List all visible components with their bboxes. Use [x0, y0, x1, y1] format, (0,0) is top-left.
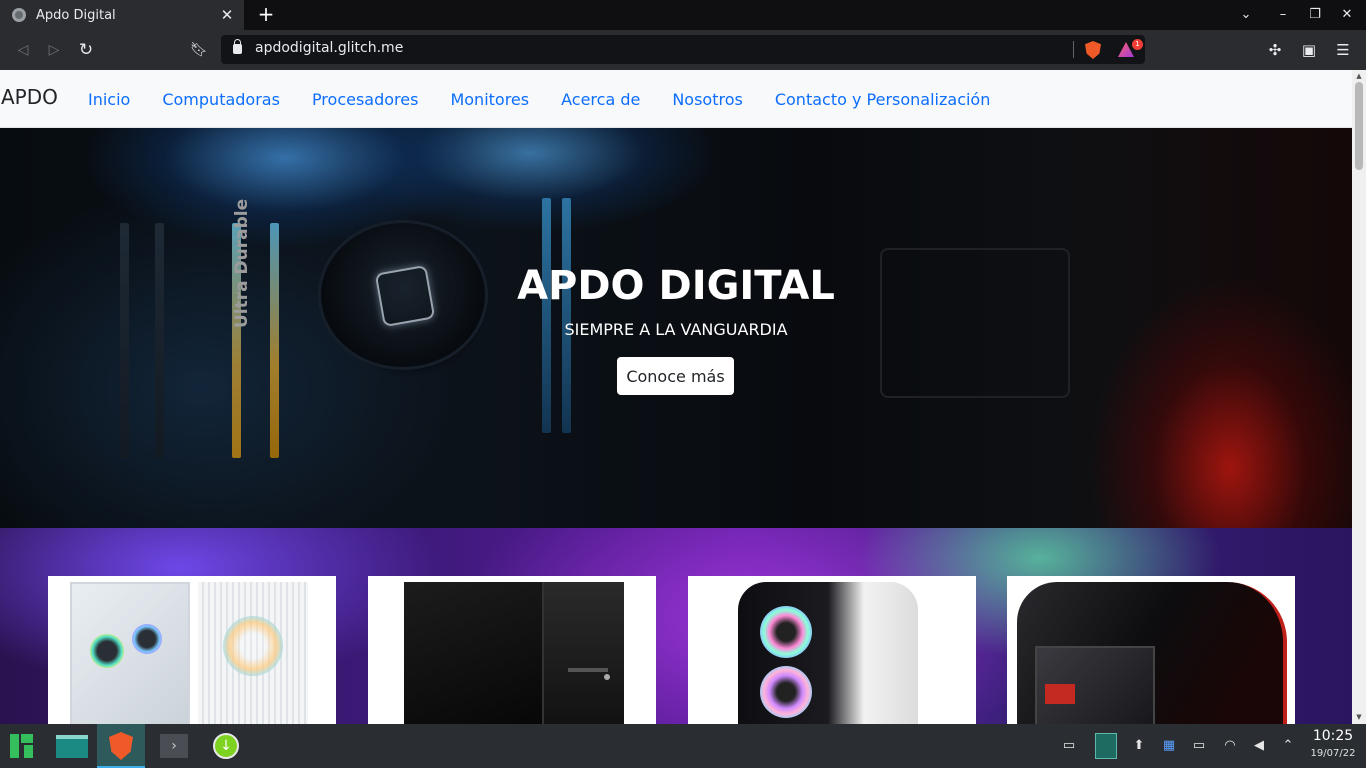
hero-banner: Ultra Durable APDO DIGITAL SIEMPRE A LA … — [0, 128, 1352, 528]
forward-icon[interactable]: ▷ — [43, 39, 65, 61]
desktop-taskbar: › ↓ ▭ ⬆ ▦ ▭ ◠ ◀ ⌃ 10:25 19/07/22 — [0, 724, 1366, 768]
hero-subtitle: SIEMPRE A LA VANGUARDIA — [564, 320, 788, 339]
pc-tower-image — [70, 582, 190, 724]
scroll-up-arrow-icon[interactable]: ▲ — [1355, 72, 1363, 80]
brave-shields-icon[interactable] — [1085, 41, 1101, 59]
product-card[interactable] — [368, 576, 656, 724]
url-separator — [1073, 41, 1074, 58]
pc-rgb-fan-image — [760, 606, 812, 658]
pc-tower-image — [404, 582, 544, 724]
back-icon[interactable]: ◁ — [12, 39, 34, 61]
page-scrollbar[interactable]: ▲ ▼ — [1352, 70, 1366, 724]
nav-link-computadoras[interactable]: Computadoras — [162, 90, 280, 109]
clock-date[interactable]: 19/07/22 — [1303, 748, 1363, 759]
close-tab-button[interactable]: ✕ — [218, 6, 236, 24]
hero-title: APDO DIGITAL — [517, 263, 835, 309]
hamburger-menu-icon[interactable]: ☰ — [1332, 39, 1354, 61]
product-card[interactable] — [48, 576, 336, 724]
terminal-icon[interactable]: › — [150, 724, 198, 768]
pc-fan-image — [90, 634, 124, 668]
reload-icon[interactable]: ↻ — [75, 39, 97, 61]
clock-time[interactable]: 10:25 — [1308, 728, 1358, 744]
pc-fan-image — [132, 624, 162, 654]
file-manager-icon[interactable] — [48, 724, 96, 768]
address-bar[interactable]: apdodigital.glitch.me 1 — [221, 35, 1145, 64]
wallet-icon[interactable]: ▣ — [1298, 39, 1320, 61]
browser-toolbar: ◁ ▷ ↻ 🔖︎ apdodigital.glitch.me 1 ✣ ▣ ☰ — [0, 30, 1366, 70]
puzzle-icon[interactable]: ✣ — [1264, 39, 1286, 61]
pc-red-component-image — [1045, 684, 1075, 704]
nav-link-procesadores[interactable]: Procesadores — [312, 90, 419, 109]
products-section — [0, 528, 1352, 724]
rewards-badge: 1 — [1132, 39, 1143, 50]
tray-expand-icon[interactable]: ⌃ — [1279, 737, 1297, 755]
site-navbar: APDO Inicio Computadoras Procesadores Mo… — [0, 70, 1352, 128]
download-manager-icon[interactable]: ↓ — [202, 724, 250, 768]
show-desktop-icon[interactable]: ▭ — [1060, 737, 1078, 755]
site-brand[interactable]: APDO — [1, 85, 58, 109]
url-text[interactable]: apdodigital.glitch.me — [255, 40, 403, 56]
nav-link-monitores[interactable]: Monitores — [450, 90, 529, 109]
conoce-mas-button[interactable]: Conoce más — [617, 357, 734, 395]
globe-icon — [12, 8, 26, 22]
close-window-button[interactable]: ✕ — [1336, 4, 1358, 26]
nav-link-contacto[interactable]: Contacto y Personalización — [775, 90, 991, 109]
browser-tab[interactable]: Apdo Digital ✕ — [0, 0, 244, 30]
scroll-down-arrow-icon[interactable]: ▼ — [1355, 713, 1363, 721]
battery-icon[interactable]: ▭ — [1190, 737, 1208, 755]
clipboard-icon[interactable]: ▦ — [1160, 737, 1178, 755]
hero-content: APDO DIGITAL SIEMPRE A LA VANGUARDIA Con… — [0, 128, 1352, 528]
new-tab-button[interactable]: + — [256, 4, 276, 24]
manjaro-menu-icon[interactable] — [0, 724, 48, 768]
pc-drive-bay-image — [568, 668, 608, 672]
nav-link-inicio[interactable]: Inicio — [88, 90, 130, 109]
pager-icon[interactable] — [1095, 733, 1117, 759]
pc-fan-glow-image — [223, 616, 283, 676]
wifi-icon[interactable]: ◠ — [1221, 737, 1239, 755]
maximize-button[interactable]: ❐ — [1304, 4, 1326, 26]
brave-browser-icon[interactable] — [97, 724, 145, 768]
scrollbar-thumb[interactable] — [1355, 82, 1363, 170]
bookmark-icon[interactable]: 🔖︎ — [190, 39, 208, 61]
tab-strip: Apdo Digital ✕ + ⌄ – ❐ ✕ — [0, 0, 1366, 30]
tab-search-chevron-icon[interactable]: ⌄ — [1235, 4, 1257, 26]
pc-front-panel-image — [544, 582, 624, 724]
page-viewport: APDO Inicio Computadoras Procesadores Mo… — [0, 70, 1352, 724]
lock-icon — [233, 39, 242, 54]
nav-links: Inicio Computadoras Procesadores Monitor… — [88, 90, 1022, 109]
volume-icon[interactable]: ◀ — [1250, 737, 1268, 755]
pc-power-button-image — [604, 674, 610, 680]
tab-title: Apdo Digital — [36, 7, 116, 23]
pc-rgb-fan-image — [760, 666, 812, 718]
nav-link-nosotros[interactable]: Nosotros — [672, 90, 743, 109]
nav-link-acerca-de[interactable]: Acerca de — [561, 90, 640, 109]
minimize-button[interactable]: – — [1272, 4, 1294, 26]
product-card[interactable] — [688, 576, 976, 724]
updates-icon[interactable]: ⬆ — [1130, 737, 1148, 755]
product-card[interactable] — [1007, 576, 1295, 724]
